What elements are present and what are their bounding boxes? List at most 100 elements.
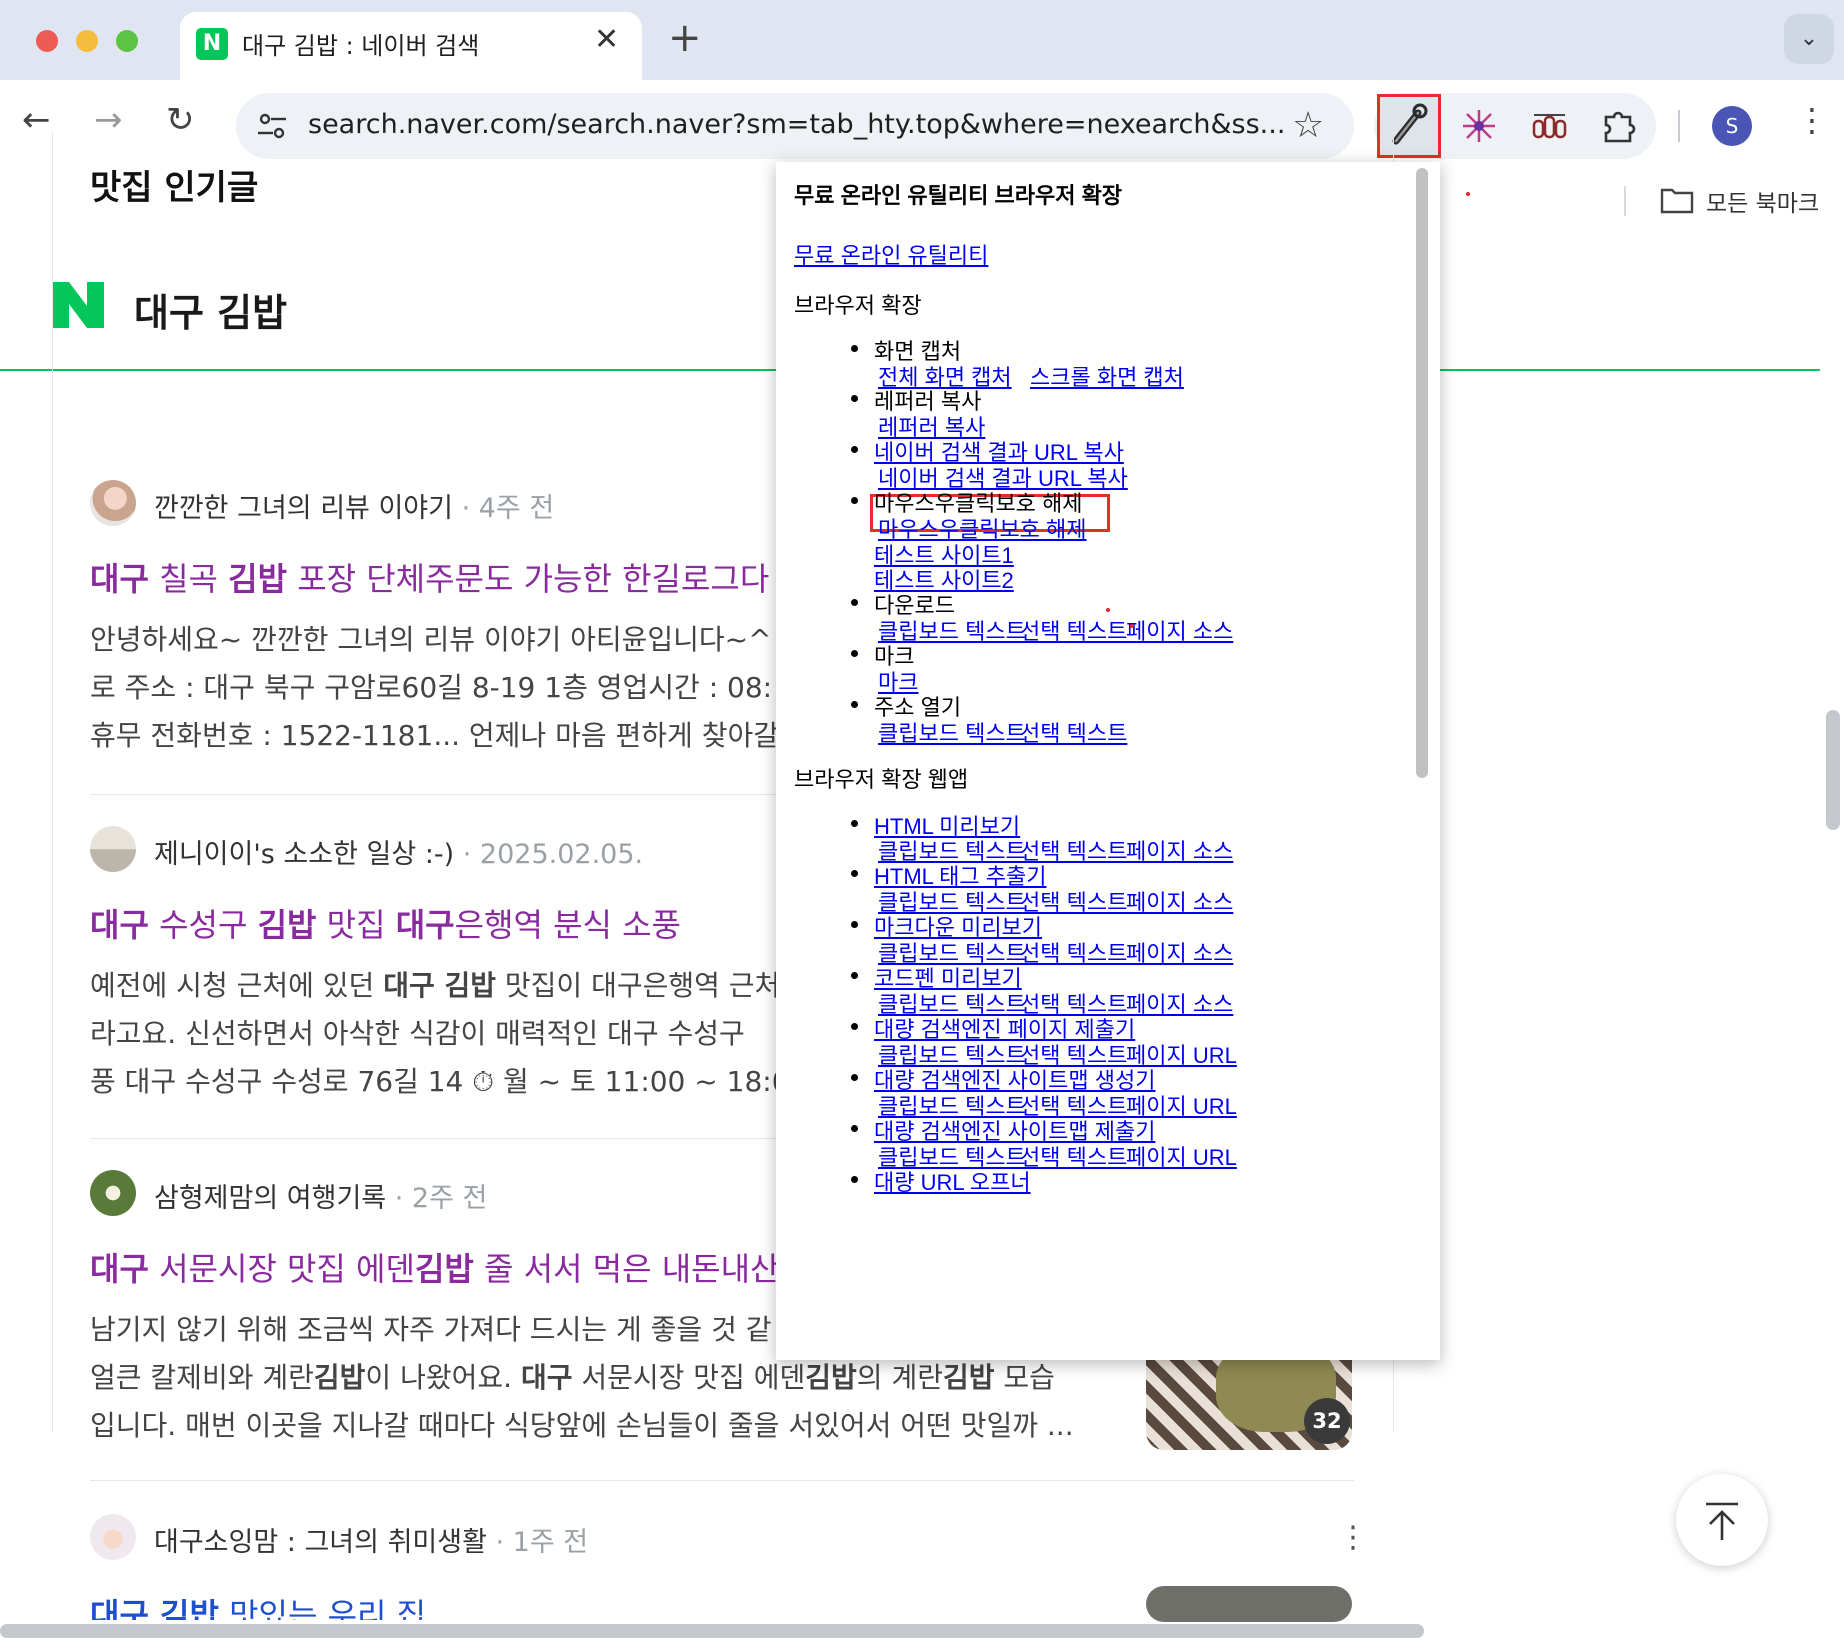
title-segment: 서문시장 맛집 에덴 [148, 1250, 415, 1288]
post-time: · 2주 전 [386, 1183, 488, 1214]
author-avatar[interactable] [90, 1170, 136, 1216]
markdown-selection-link[interactable]: 선택 텍스트 [1020, 936, 1127, 968]
desc-line: 예전에 시청 근처에 있던 대구 김밥 맛집이 대구은행역 근처 [90, 969, 780, 1002]
desc-line: 얼큰 칼제비와 계란김밥이 나왔어요. 대구 서문시장 맛집 에덴김밥의 계란김… [90, 1361, 1055, 1394]
naver-favicon-icon: N [196, 28, 228, 60]
extensions-group [1374, 93, 1656, 159]
list-bullet [851, 446, 858, 453]
sitemap-submit-selection-link[interactable]: 선택 텍스트 [1020, 1140, 1127, 1172]
download-source-link[interactable]: 페이지 소스 [1126, 614, 1233, 646]
post-title[interactable]: 대구 김밥 맛있는 우리 집 [90, 1590, 780, 1620]
list-bullet [851, 497, 858, 504]
post-divider [90, 1480, 1354, 1481]
post-thumbnail[interactable] [1146, 1586, 1352, 1622]
desc-line: 입니다. 매번 이곳을 지나갈 때마다 식당앞에 손님들이 줄을 서있어서 어떤… [90, 1409, 1074, 1442]
codepen-source-link[interactable]: 페이지 소스 [1126, 987, 1233, 1019]
sitemap-submit-page-url-link[interactable]: 페이지 URL [1126, 1140, 1237, 1172]
title-segment: 맛있는 우리 집 [218, 1596, 427, 1620]
bottles-icon [1532, 114, 1567, 139]
author-name[interactable]: 삼형제맘의 여행기록 · 2주 전 [154, 1176, 487, 1215]
list-bullet [851, 1074, 858, 1081]
desc-line: 풍 대구 수성구 수성로 76길 14 ⏱ 월 ~ 토 11:00 ~ 18:0 [90, 1065, 780, 1098]
capture-scroll-link[interactable]: 스크롤 화면 캡처 [1030, 360, 1184, 392]
extensions-puzzle-button[interactable] [1590, 97, 1648, 155]
more-options-icon[interactable]: ⋮ [1338, 1520, 1368, 1555]
author-name[interactable]: 깐깐한 그녀의 리뷰 이야기 · 4주 전 [154, 486, 554, 525]
tab-title: 대구 김밥 : 네이버 검색 [242, 32, 480, 60]
minimize-window-button[interactable] [76, 30, 98, 52]
vertical-scrollbar[interactable] [1826, 710, 1840, 830]
list-bullet [851, 395, 858, 402]
title-segment: 줄 서서 먹은 내돈내산 [473, 1250, 780, 1288]
all-bookmarks-link[interactable]: 모든 북마크 [1706, 184, 1819, 218]
red-dot [1130, 624, 1134, 628]
profile-avatar[interactable]: S [1712, 106, 1752, 146]
open-clipboard-link[interactable]: 클립보드 텍스트 [878, 716, 1026, 748]
title-segment: 대구 김밥 [90, 1596, 219, 1620]
burst-icon [1463, 110, 1495, 142]
title-segment: 포장 단체주문도 가능한 한길로그다 [287, 560, 770, 598]
author-avatar[interactable] [90, 480, 136, 526]
extension-popup: 무료 온라인 유틸리티 브라우저 확장 무료 온라인 유틸리티 브라우저 확장 … [776, 162, 1440, 1360]
close-window-button[interactable] [36, 30, 58, 52]
list-bullet [851, 599, 858, 606]
horizontal-scrollbar[interactable] [0, 1624, 1424, 1638]
title-segment: 은행역 분식 소풍 [454, 906, 682, 944]
arrow-up-icon [1706, 1502, 1738, 1540]
title-segment: 대구 [90, 1250, 149, 1288]
author-label: 대구소잉맘 : 그녀의 취미생활 [154, 1527, 487, 1558]
post-time: · 2025.02.05. [454, 839, 644, 870]
desc-line: 휴무 전화번호 : 1522-1181... 언제나 마음 편하게 찾아갈 [90, 719, 779, 752]
scroll-to-top-button[interactable] [1676, 1474, 1768, 1566]
author-avatar[interactable] [90, 1514, 136, 1560]
title-segment: 수성구 [148, 906, 258, 944]
red-dot [1106, 608, 1110, 612]
post-title[interactable]: 대구 서문시장 맛집 에덴김밥 줄 서서 먹은 내돈내산 [90, 1244, 780, 1290]
html-tag-source-link[interactable]: 페이지 소스 [1126, 885, 1233, 917]
list-bullet [851, 820, 858, 827]
toolbar-separator [1678, 110, 1680, 142]
html-preview-source-link[interactable]: 페이지 소스 [1126, 834, 1233, 866]
open-selection-link[interactable]: 선택 텍스트 [1020, 716, 1127, 748]
list-bullet [851, 1125, 858, 1132]
post-desc[interactable]: 예전에 시청 근처에 있던 대구 김밥 맛집이 대구은행역 근처라고요. 신선하… [90, 962, 780, 1106]
section-webapps: 브라우저 확장 웹앱 [794, 767, 969, 792]
title-segment: 칠곡 [148, 560, 229, 598]
markdown-source-link[interactable]: 페이지 소스 [1126, 936, 1233, 968]
free-utility-link[interactable]: 무료 온라인 유틸리티 [794, 238, 988, 270]
back-button[interactable]: ← [22, 100, 51, 140]
red-dot [1466, 192, 1470, 196]
zoom-window-button[interactable] [116, 30, 138, 52]
author-name[interactable]: 제니이이's 소소한 일상 :-) · 2025.02.05. [154, 832, 643, 871]
author-label: 삼형제맘의 여행기록 [154, 1183, 387, 1214]
browser-menu-icon[interactable]: ⋮ [1796, 100, 1828, 140]
url-opener-link[interactable]: 대량 URL 오프너 [874, 1165, 1031, 1197]
author-label: 깐깐한 그녀의 리뷰 이야기 [154, 493, 453, 524]
folder-icon[interactable] [1660, 186, 1694, 214]
desc-line: 라고요. 신선하면서 아삭한 식감이 매력적인 대구 수성구 [90, 1017, 745, 1050]
author-avatar[interactable] [90, 826, 136, 872]
tab-search-button[interactable]: ⌄ [1784, 14, 1834, 64]
post-desc[interactable]: 안녕하세요~ 깐깐한 그녀의 리뷰 이야기 아티윤입니다~^ 로 주소 : 대구 … [90, 616, 780, 760]
new-tab-button[interactable]: + [668, 18, 702, 58]
post-time: · 4주 전 [453, 493, 555, 524]
sparkle-extension-button[interactable] [1450, 97, 1508, 155]
image-count-badge: 32 [1304, 1398, 1350, 1444]
post-title[interactable]: 대구 칠곡 김밥 포장 단체주문도 가능한 한길로그다 [90, 554, 780, 600]
title-segment: 대구 [90, 906, 149, 944]
download-selection-link[interactable]: 선택 텍스트 [1020, 614, 1127, 646]
desc-line: 안녕하세요~ 깐깐한 그녀의 리뷰 이야기 아티윤입니다~^ [90, 623, 772, 656]
desc-line: 로 주소 : 대구 북구 구암로60길 8-19 1층 영업시간 : 08: [90, 671, 773, 704]
author-label: 제니이이's 소소한 일상 :-) [154, 839, 455, 870]
list-bullet [851, 870, 858, 877]
popup-title: 무료 온라인 유틸리티 브라우저 확장 [794, 183, 1123, 208]
title-segment: 김밥 [257, 906, 317, 944]
popup-scrollbar[interactable] [1416, 168, 1428, 778]
bottles-extension-button[interactable] [1520, 97, 1578, 155]
author-name[interactable]: 대구소잉맘 : 그녀의 취미생활 · 1주 전 [154, 1520, 588, 1559]
post-title[interactable]: 대구 수성구 김밥 맛집 대구은행역 분식 소풍 [90, 900, 780, 946]
active-tab[interactable]: N 대구 김밥 : 네이버 검색 ✕ [180, 12, 642, 82]
section-title: 맛집 인기글 [90, 168, 259, 208]
list-bullet [851, 650, 858, 657]
tab-close-icon[interactable]: ✕ [594, 22, 619, 57]
